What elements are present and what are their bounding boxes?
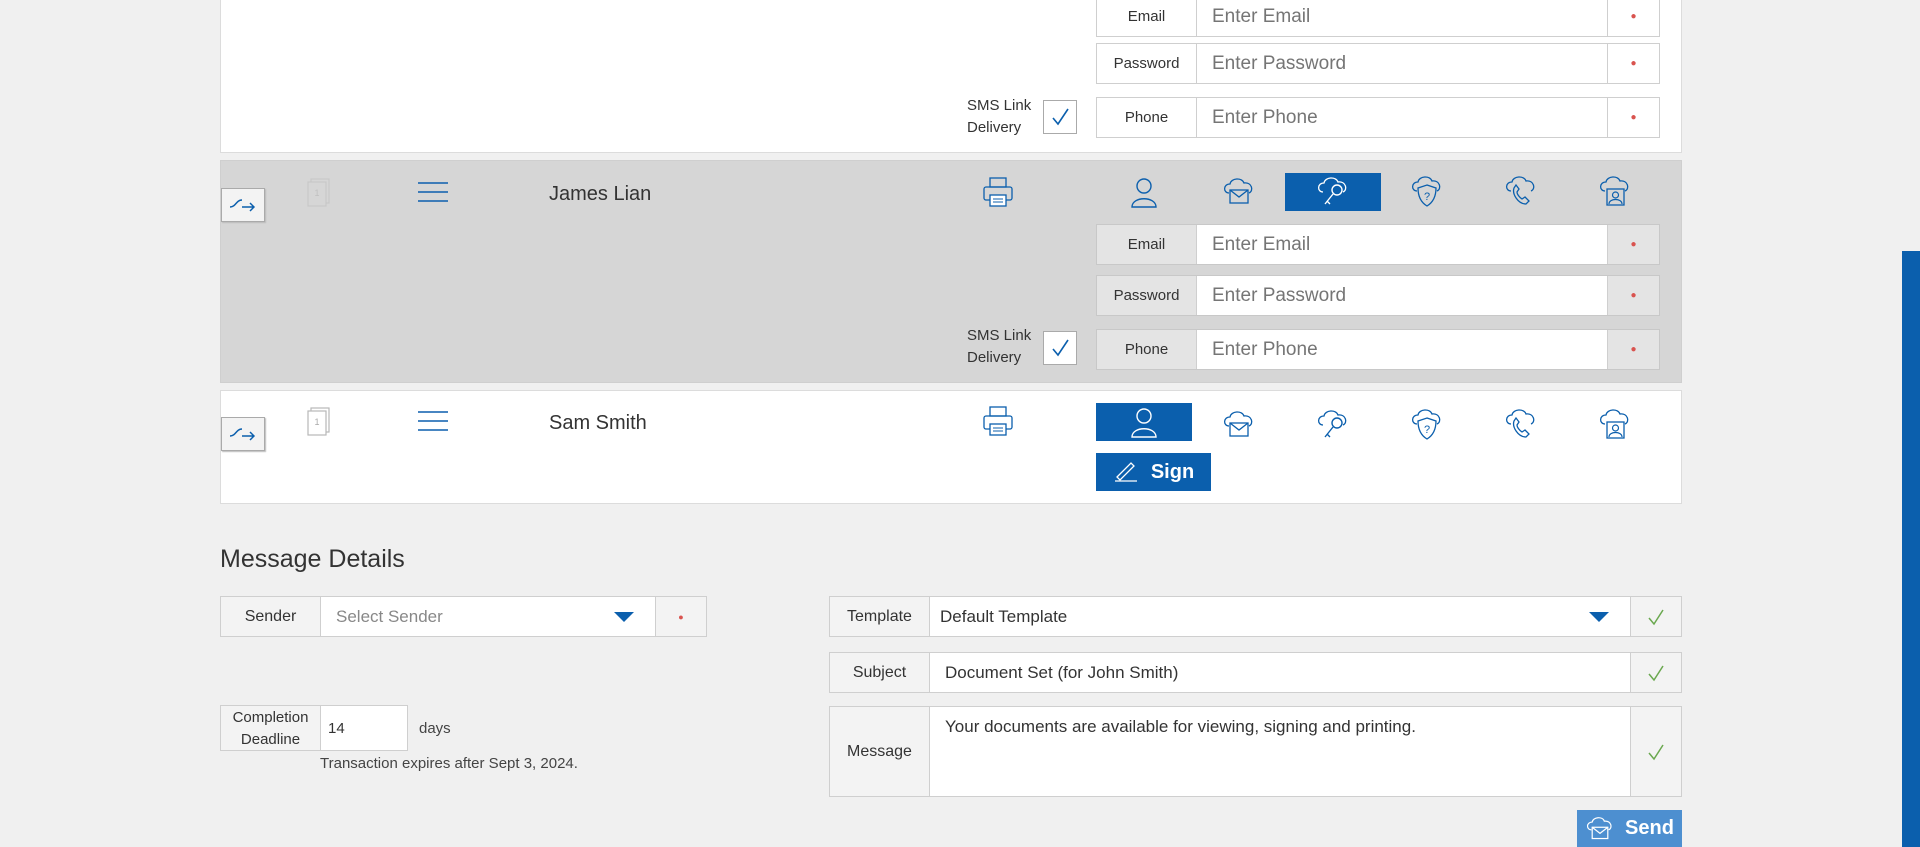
subject-input[interactable]: Document Set (for John Smith) bbox=[930, 653, 1630, 692]
required-indicator: ● bbox=[1607, 225, 1659, 264]
signer-name: James Lian bbox=[549, 183, 652, 205]
sms-link-delivery-checkbox[interactable] bbox=[1043, 331, 1077, 365]
expiry-notice: Transaction expires after Sept 3, 2024. bbox=[320, 755, 578, 772]
sms-link-delivery-label: SMS Link Delivery bbox=[967, 327, 1032, 366]
route-button[interactable] bbox=[221, 417, 265, 451]
required-indicator: ● bbox=[655, 597, 706, 636]
sender-field-row: Sender Select Sender ● bbox=[220, 596, 707, 637]
cloud-person-icon[interactable] bbox=[1567, 173, 1663, 211]
phone-field-row: Phone ● bbox=[1096, 97, 1660, 138]
phone-icon[interactable] bbox=[1473, 173, 1569, 211]
password-input[interactable] bbox=[1197, 276, 1607, 315]
route-arrow-icon bbox=[229, 199, 256, 212]
signer-panel-sam-smith[interactable]: 1 Sam Smith ? Sign bbox=[220, 390, 1682, 504]
send-label: Send bbox=[1625, 817, 1674, 839]
completion-deadline-row: Completion Deadline 14 bbox=[220, 705, 408, 751]
phone-input[interactable] bbox=[1197, 330, 1607, 369]
sign-button[interactable]: Sign bbox=[1096, 453, 1211, 491]
completion-deadline-label: Completion Deadline bbox=[221, 706, 321, 750]
valid-check-icon bbox=[1630, 597, 1681, 636]
chevron-down-icon bbox=[614, 611, 634, 622]
template-value: Default Template bbox=[940, 606, 1068, 626]
cloud-mail-icon[interactable] bbox=[1191, 406, 1287, 444]
email-field-row: Email ● bbox=[1096, 0, 1660, 37]
sender-label: Sender bbox=[221, 597, 321, 636]
scrollbar-thumb[interactable] bbox=[1902, 251, 1920, 847]
svg-text:?: ? bbox=[1424, 424, 1430, 436]
password-field-row: Password ● bbox=[1096, 275, 1660, 316]
signer-name: Sam Smith bbox=[549, 412, 647, 434]
required-indicator: ● bbox=[1607, 330, 1659, 369]
message-textarea[interactable]: Your documents are available for viewing… bbox=[930, 707, 1630, 796]
svg-text:1: 1 bbox=[314, 417, 319, 427]
chevron-down-icon bbox=[1589, 611, 1609, 622]
send-button[interactable]: Send bbox=[1577, 810, 1682, 847]
sender-select[interactable]: Select Sender bbox=[321, 597, 655, 636]
menu-icon[interactable] bbox=[417, 410, 449, 437]
phone-input[interactable] bbox=[1197, 98, 1607, 137]
valid-check-icon bbox=[1630, 707, 1681, 796]
phone-label: Phone bbox=[1097, 330, 1197, 369]
person-icon[interactable] bbox=[1096, 403, 1192, 441]
cloud-mail-icon bbox=[1586, 816, 1612, 839]
svg-text:1: 1 bbox=[314, 188, 319, 198]
subject-field-row: Subject Document Set (for John Smith) bbox=[829, 652, 1682, 693]
person-icon[interactable] bbox=[1096, 173, 1192, 211]
email-input[interactable] bbox=[1197, 0, 1607, 36]
sms-link-delivery-checkbox[interactable] bbox=[1043, 100, 1077, 134]
required-indicator: ● bbox=[1607, 276, 1659, 315]
pen-icon bbox=[1114, 462, 1137, 482]
sms-link-delivery-label: SMS Link Delivery bbox=[967, 97, 1032, 136]
password-label: Password bbox=[1097, 276, 1197, 315]
phone-field-row: Phone ● bbox=[1096, 329, 1660, 370]
sender-placeholder: Select Sender bbox=[336, 606, 443, 626]
printer-icon[interactable] bbox=[981, 175, 1015, 214]
cloud-mail-icon[interactable] bbox=[1191, 173, 1287, 211]
completion-unit: days bbox=[419, 720, 451, 737]
printer-icon[interactable] bbox=[981, 404, 1015, 443]
document-pages-icon[interactable]: 1 bbox=[305, 406, 333, 443]
password-field-row: Password ● bbox=[1096, 43, 1660, 84]
valid-check-icon bbox=[1630, 653, 1681, 692]
template-label: Template bbox=[830, 597, 930, 636]
template-field-row: Template Default Template bbox=[829, 596, 1682, 637]
email-field-row: Email ● bbox=[1096, 224, 1660, 265]
message-field-row: Message Your documents are available for… bbox=[829, 706, 1682, 797]
password-label: Password bbox=[1097, 44, 1197, 83]
required-indicator: ● bbox=[1607, 0, 1659, 36]
phone-label: Phone bbox=[1097, 98, 1197, 137]
route-arrow-icon bbox=[229, 428, 256, 441]
route-button[interactable] bbox=[221, 188, 265, 222]
key-icon[interactable] bbox=[1285, 173, 1381, 211]
email-label: Email bbox=[1097, 0, 1197, 36]
shield-question-icon[interactable]: ? bbox=[1379, 406, 1475, 444]
message-label: Message bbox=[830, 707, 930, 796]
shield-question-icon[interactable]: ? bbox=[1379, 173, 1475, 211]
subject-label: Subject bbox=[830, 653, 930, 692]
required-indicator: ● bbox=[1607, 44, 1659, 83]
email-input[interactable] bbox=[1197, 225, 1607, 264]
required-indicator: ● bbox=[1607, 98, 1659, 137]
template-select[interactable]: Default Template bbox=[930, 597, 1630, 636]
sign-label: Sign bbox=[1150, 460, 1195, 483]
cloud-person-icon[interactable] bbox=[1567, 406, 1663, 444]
svg-text:?: ? bbox=[1424, 191, 1430, 203]
password-input[interactable] bbox=[1197, 44, 1607, 83]
document-pages-icon[interactable]: 1 bbox=[305, 177, 333, 214]
message-details-heading: Message Details bbox=[220, 545, 405, 573]
signer-panel-1: Email ● Password ● SMS Link Delivery Pho… bbox=[220, 0, 1682, 153]
phone-icon[interactable] bbox=[1473, 406, 1569, 444]
completion-deadline-input[interactable]: 14 bbox=[321, 706, 407, 750]
signer-panel-james-lian[interactable]: 1 James Lian ? Email ● Password ● SMS Li… bbox=[220, 160, 1682, 383]
email-label: Email bbox=[1097, 225, 1197, 264]
key-icon[interactable] bbox=[1285, 406, 1381, 444]
menu-icon[interactable] bbox=[417, 181, 449, 208]
